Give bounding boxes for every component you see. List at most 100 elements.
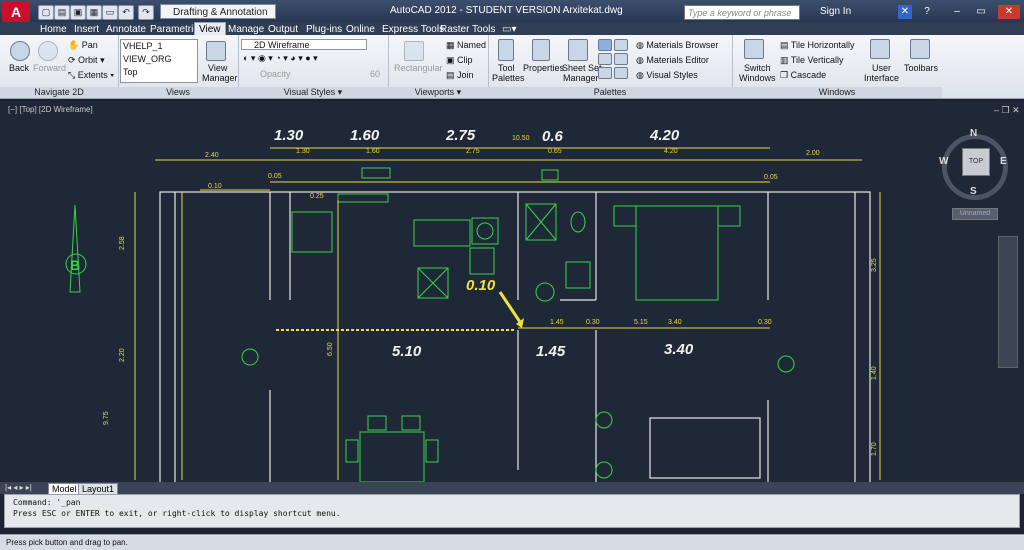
workspace-select[interactable]: Drafting & Annotation [160, 4, 276, 19]
save-as-icon[interactable]: ▦ [86, 5, 102, 20]
layout-tab-bar: |◂ ◂ ▸ ▸| Model Layout1 [0, 482, 1024, 496]
visual-styles-palette-button[interactable]: ◍ Visual Styles [636, 70, 698, 81]
close-button[interactable]: ✕ [998, 5, 1020, 19]
compass-e[interactable]: E [1000, 156, 1007, 167]
print-icon[interactable]: ▭ [102, 5, 118, 20]
exchange-icon[interactable]: ✕ [898, 5, 912, 19]
viewcube-top-face[interactable]: TOP [962, 148, 990, 176]
views-list-item[interactable]: VHELP_1 [123, 41, 163, 51]
window-title: AutoCAD 2012 - STUDENT VERSION Arxitekat… [390, 5, 623, 16]
application-menu-button[interactable]: A [2, 1, 30, 23]
materials-editor-button[interactable]: ◍ Materials Editor [636, 55, 709, 66]
back-label[interactable]: Back [9, 63, 29, 73]
properties-label[interactable]: Properties [523, 63, 564, 73]
cascade-button[interactable]: ❐ Cascade [780, 70, 826, 81]
view-manager-icon[interactable] [206, 41, 226, 61]
save-icon[interactable]: ▣ [70, 5, 86, 20]
dim-large-mid: 5.10 [392, 343, 422, 360]
dim-small: 10.50 [512, 135, 530, 142]
toolbars-icon[interactable] [910, 39, 930, 59]
command-history-line: Command: '_pan [13, 498, 81, 507]
dim-large-mid: 3.40 [664, 341, 694, 358]
search-input[interactable]: Type a keyword or phrase [684, 5, 800, 20]
dim-small: 1.30 [296, 148, 310, 155]
redo-icon[interactable]: ↷ [138, 5, 154, 20]
tool-palettes-label-2[interactable]: Palettes [492, 73, 525, 83]
minimize-button[interactable]: – [950, 5, 964, 19]
panel-visual-styles: 2D Wireframe ◐ ▾ ◉ ▾ ◔ ▾ ◕ ▾ ● ▾ Opacity… [238, 35, 389, 98]
user-interface-icon[interactable] [870, 39, 890, 59]
dim-small-mid: 5.15 [634, 319, 648, 326]
dim-small: 2.00 [806, 150, 820, 157]
palette-toggle-icon[interactable] [614, 39, 628, 51]
navigation-bar[interactable] [998, 236, 1018, 368]
materials-browser-button[interactable]: ◍ Materials Browser [636, 40, 718, 51]
pan-button[interactable]: ✋ Pan [68, 40, 98, 51]
extents-button[interactable]: ⤡ Extents ▾ [68, 70, 114, 81]
views-list-item[interactable]: VIEW_ORG [123, 54, 172, 64]
visual-style-select[interactable]: 2D Wireframe [241, 39, 367, 50]
named-button[interactable]: ▦ Named [446, 40, 486, 51]
join-button[interactable]: ▤ Join [446, 70, 474, 81]
orbit-button[interactable]: ⟳ Orbit ▾ [68, 55, 105, 66]
sheet-set-icon[interactable] [568, 39, 588, 61]
switch-windows-label[interactable]: Switch [744, 63, 771, 73]
tile-vertically-button[interactable]: ▥ Tile Vertically [780, 55, 844, 66]
maximize-button[interactable]: ▭ [974, 5, 988, 19]
orbit-label: Orbit [78, 55, 98, 65]
new-icon[interactable]: ▢ [38, 5, 54, 20]
materials-browser-label: Materials Browser [646, 40, 719, 50]
palette-toggle-icon[interactable] [614, 53, 628, 65]
viewcube[interactable]: TOP N S E W [936, 128, 1016, 208]
tile-horizontally-button[interactable]: ▤ Tile Horizontally [780, 40, 855, 51]
dim-small-mid: 3.40 [668, 319, 682, 326]
compass-w[interactable]: W [939, 156, 948, 167]
clip-label: Clip [457, 55, 473, 65]
compass-s[interactable]: S [970, 186, 977, 197]
rectangular-viewport-icon [404, 41, 424, 61]
dim-small: 0.05 [764, 174, 778, 181]
visual-style-icons[interactable]: ◐ ▾ ◉ ▾ ◔ ▾ ◕ ▾ ● ▾ [243, 53, 318, 64]
views-list[interactable]: VHELP_1 VIEW_ORG Top [120, 39, 198, 83]
dim-large-mid: 1.45 [536, 343, 566, 360]
undo-icon[interactable]: ↶ [118, 5, 134, 20]
sign-in-button[interactable]: Sign In [820, 6, 851, 17]
back-icon[interactable] [10, 41, 30, 61]
clip-button[interactable]: ▣ Clip [446, 55, 473, 66]
dim-large-top: 1.60 [350, 127, 380, 144]
switch-windows-label-2[interactable]: Windows [739, 73, 776, 83]
sheet-set-label-2[interactable]: Manager [563, 73, 599, 83]
viewports-panel-title[interactable]: Viewports ▾ [388, 87, 488, 98]
palette-toggle-icon[interactable] [598, 53, 612, 65]
compass-n[interactable]: N [970, 128, 977, 139]
sheet-set-label[interactable]: Sheet Set [562, 63, 602, 73]
view-manager-label-2[interactable]: Manager [202, 73, 238, 83]
palette-toggle-icon[interactable] [614, 67, 628, 79]
layout-nav-arrows[interactable]: |◂ ◂ ▸ ▸| [5, 483, 32, 492]
views-list-item[interactable]: Top [123, 67, 138, 77]
properties-icon[interactable] [532, 39, 550, 61]
dim-small: 0.65 [548, 148, 562, 155]
drawing-canvas[interactable]: 1.30 1.60 2.75 0.6 4.20 2.40 1.30 1.60 2… [0, 102, 1024, 482]
viewport-controls[interactable]: [−] [Top] [2D Wireframe] [8, 105, 93, 114]
visual-styles-panel-title[interactable]: Visual Styles ▾ [238, 87, 388, 98]
navigate-panel-title[interactable]: Navigate 2D [0, 87, 118, 98]
tool-palettes-icon[interactable] [498, 39, 514, 61]
palette-toggle-icon[interactable] [598, 39, 612, 51]
tool-palettes-label[interactable]: Tool [498, 63, 515, 73]
extents-label: Extents [77, 70, 108, 80]
toolbars-label[interactable]: Toolbars [904, 63, 938, 73]
palette-toggle-icon[interactable] [598, 67, 612, 79]
north-arrow-label: B [70, 257, 80, 273]
viewport-window-controls[interactable]: – ❐ ✕ [994, 105, 1020, 116]
view-manager-label[interactable]: View [208, 63, 227, 73]
named-label: Named [457, 40, 487, 50]
ucs-menu[interactable]: Unnamed [952, 208, 998, 220]
help-icon[interactable]: ? [920, 5, 934, 19]
user-interface-label[interactable]: User [872, 63, 891, 73]
switch-windows-icon[interactable] [744, 39, 764, 59]
open-icon[interactable]: ▤ [54, 5, 70, 20]
user-interface-label-2[interactable]: Interface [864, 73, 899, 83]
dim-small-mid: 0.30 [586, 319, 600, 326]
command-line[interactable]: Command: '_pan Press ESC or ENTER to exi… [4, 494, 1020, 528]
